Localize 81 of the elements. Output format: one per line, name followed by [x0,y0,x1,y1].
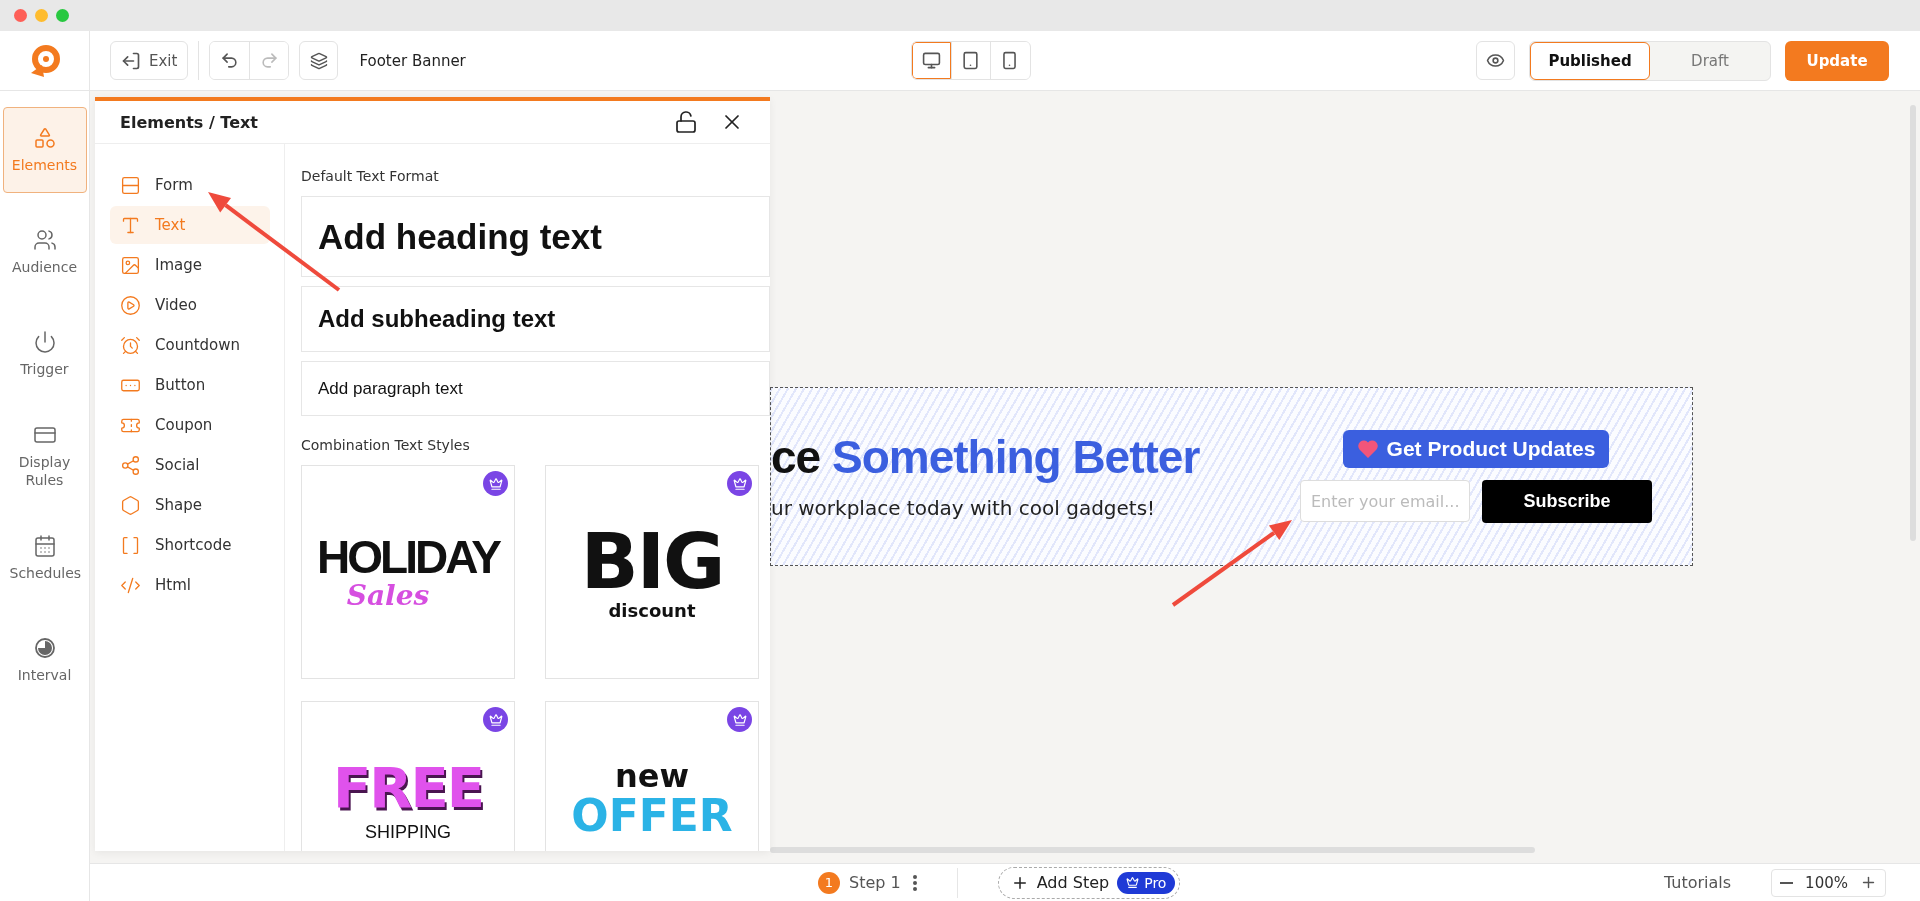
power-icon [32,329,57,354]
section-title: Combination Text Styles [301,437,471,453]
subscribe-button[interactable]: Subscribe [1482,480,1652,523]
zoom-out-button[interactable] [1780,881,1794,884]
banner-subtitle: ur workplace today with cool gadgets! [771,495,1157,520]
more-icon [912,874,917,891]
style-title: OFFER [571,792,733,841]
alarm-clock-icon [120,334,141,356]
layers-button[interactable] [299,41,339,80]
email-field[interactable]: Enter your email... [1300,480,1470,522]
category-item[interactable]: Shortcode [110,526,270,564]
nav-item[interactable]: Schedules [2,515,87,601]
horizontal-scrollbar[interactable] [770,847,1535,853]
category-item[interactable]: Coupon [110,406,270,444]
calendar-icon [32,533,57,558]
play-icon [120,294,141,316]
desktop-view-button[interactable] [911,42,951,79]
add-step-button[interactable]: Add Step Pro [997,866,1181,899]
shapes-icon [32,125,57,150]
rows-icon [120,174,141,196]
image-icon [120,254,141,276]
preview-button[interactable] [1476,41,1515,80]
zoom-in-button[interactable] [1860,874,1877,891]
text-preset[interactable]: Add subheading text [301,286,770,352]
nav-item[interactable]: Interval [2,617,87,703]
text-style-card[interactable]: HOLIDAY Sales [301,465,515,679]
style-subtitle: SHIPPING [365,822,451,843]
undo-icon [220,51,240,70]
category-item[interactable]: Image [110,246,270,284]
panel-breadcrumb: Elements / Text [120,112,259,132]
hexagon-icon [120,494,141,516]
plus-icon [1860,874,1877,891]
tutorials-link[interactable]: Tutorials [1657,872,1738,893]
exit-icon [121,50,141,71]
document-title: Footer Banner [359,51,466,70]
vertical-scrollbar[interactable] [1910,105,1916,541]
status-tab[interactable]: Published [1530,41,1650,80]
badge-label: Get Product Updates [1386,437,1596,461]
text-style-card[interactable]: new OFFER [545,701,759,851]
step-number: 1 [818,871,840,894]
more-button[interactable] [912,874,917,891]
text-style-card[interactable]: BIG discount [545,465,759,679]
layers-icon [309,51,328,70]
category-item[interactable]: Shape [110,486,270,524]
text-preset[interactable]: Add heading text [301,196,770,277]
step-label: Step 1 [849,873,901,892]
heart-icon [1356,439,1379,459]
nav-item[interactable]: Display Rules [2,413,87,499]
pro-label: Pro [1144,874,1167,891]
nav-item[interactable]: Audience [2,209,87,295]
status-tab[interactable]: Draft [1650,41,1770,80]
users-icon [32,227,57,252]
share-icon [120,454,141,476]
style-title: BIG [580,523,724,600]
exit-button[interactable]: Exit [110,41,189,80]
redo-icon [259,51,279,70]
minus-icon [1780,881,1794,884]
style-title: FREE [333,760,483,816]
desktop-icon [921,51,941,70]
category-item[interactable]: Video [110,286,270,324]
category-item[interactable]: Countdown [110,326,270,364]
nav-item[interactable]: Trigger [2,311,87,397]
crown-icon [1126,876,1140,889]
category-item[interactable]: Button [110,366,270,404]
style-script: Sales [346,582,430,610]
text-style-card[interactable]: FREE SHIPPING [301,701,515,851]
style-subtitle: new [614,760,689,792]
category-item[interactable]: Social [110,446,270,484]
zoom-level: 100% [1805,873,1848,892]
category-item[interactable]: Form [110,166,270,204]
section-title: Default Text Format [301,168,440,184]
pie-icon [32,635,57,660]
mobile-view-button[interactable] [989,42,1029,79]
style-subtitle: discount [608,599,696,621]
unlock-icon[interactable] [674,110,698,134]
category-item[interactable]: Html [110,566,270,604]
eye-icon [1486,51,1505,70]
style-title: HOLIDAY [317,534,499,580]
text-preset[interactable]: Add paragraph text [301,361,770,416]
tablet-icon [961,51,981,70]
brackets-icon [120,534,141,556]
